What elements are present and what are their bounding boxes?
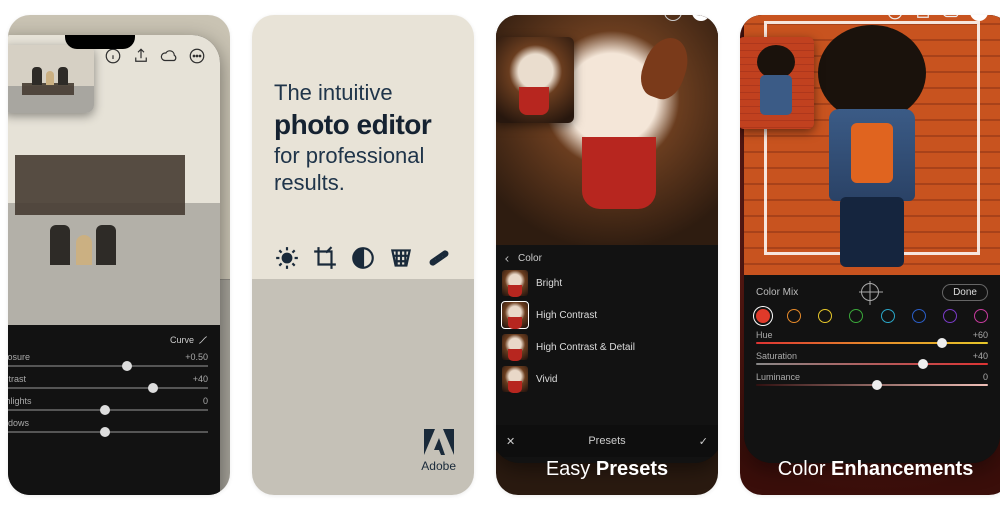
preset-thumb (502, 270, 528, 296)
optics-icon (350, 245, 376, 271)
more-icon[interactable]: ⋯ (692, 15, 710, 21)
light-icon (274, 245, 300, 271)
cloud-icon[interactable] (160, 47, 178, 65)
notch (65, 35, 135, 49)
info-icon[interactable] (886, 15, 904, 21)
slider-shadows[interactable]: Shadows (8, 418, 208, 428)
cloud-icon[interactable] (942, 15, 960, 21)
preset-vivid[interactable]: Vivid (502, 366, 712, 392)
adobe-label: Adobe (421, 459, 456, 473)
swatch-5[interactable] (912, 309, 926, 323)
preset-footer: ✕ Presets ✓ (496, 425, 718, 457)
preset-category-header[interactable]: Color (502, 253, 712, 264)
preset-high-contrast[interactable]: High Contrast (502, 302, 712, 328)
feature-icon-row (274, 245, 452, 271)
slider-highlights[interactable]: Highlights0 (8, 396, 208, 406)
slider-contrast[interactable]: Contrast+40 (8, 374, 208, 384)
headline-line2: photo editor (274, 107, 454, 142)
done-button[interactable]: Done (942, 284, 988, 301)
screenshot-1-light-editor: Curve Exposure+0.50 Contrast+40 Highligh… (8, 15, 230, 495)
swatch-3[interactable] (849, 309, 863, 323)
preset-bright[interactable]: Bright (502, 270, 712, 296)
target-adjust-icon[interactable] (861, 283, 879, 301)
swatch-2[interactable] (818, 309, 832, 323)
color-swatch-row (756, 309, 988, 323)
preset-thumb (502, 334, 528, 360)
swatch-7[interactable] (974, 309, 988, 323)
preset-high-contrast-detail[interactable]: High Contrast & Detail (502, 334, 712, 360)
curve-toggle[interactable]: Curve (8, 335, 208, 345)
preset-category-label: Color (518, 253, 542, 264)
color-mix-panel: Color Mix Done Hue+60 Saturation+40 Lumi… (744, 275, 1000, 463)
swatch-6[interactable] (943, 309, 957, 323)
crop-icon (312, 245, 338, 271)
slider-saturation[interactable]: Saturation+40 (756, 351, 988, 361)
slider-exposure[interactable]: Exposure+0.50 (8, 352, 208, 362)
preset-panel: Color Bright High Contrast High Contrast… (496, 245, 718, 463)
close-icon[interactable]: ✕ (506, 435, 515, 448)
more-icon[interactable]: ⋯ (970, 15, 988, 21)
headline-line1: The intuitive (274, 79, 454, 107)
headline-line3b: results. (274, 169, 454, 197)
curve-label: Curve (170, 335, 194, 345)
adobe-brand: Adobe (421, 429, 456, 473)
light-edit-panel: Curve Exposure+0.50 Contrast+40 Highligh… (8, 325, 220, 495)
screenshot-2-presets: ? ⋯ Color Bright High Contrast High Cont… (496, 15, 718, 495)
swatch-4[interactable] (881, 309, 895, 323)
marketing-copy-panel: The intuitive photo editor for professio… (252, 15, 474, 495)
caption-presets: Easy Presets (496, 458, 718, 481)
more-icon[interactable] (188, 47, 206, 65)
caption-color: Color Enhancements (740, 458, 1000, 481)
preset-footer-label: Presets (588, 435, 625, 447)
screenshot-3-color-mix: ⋯ Color Mix Done Hue+60 Saturation+40 Lu… (740, 15, 1000, 495)
healing-icon (426, 245, 452, 271)
slider-luminance[interactable]: Luminance0 (756, 372, 988, 382)
info-icon[interactable] (104, 47, 122, 65)
preset-thumb (502, 302, 528, 328)
headline-line3a: for professional (274, 142, 454, 170)
editor-topbar: ? ⋯ (664, 15, 710, 21)
adobe-logo-icon (424, 429, 454, 455)
share-icon[interactable] (132, 47, 150, 65)
swatch-1[interactable] (787, 309, 801, 323)
preset-thumb (502, 366, 528, 392)
confirm-icon[interactable]: ✓ (699, 435, 708, 448)
before-thumbnail[interactable] (8, 45, 94, 113)
swatch-0[interactable] (756, 309, 770, 323)
share-icon[interactable] (914, 15, 932, 21)
headline: The intuitive photo editor for professio… (274, 79, 454, 197)
before-thumbnail[interactable] (496, 37, 574, 123)
editor-topbar: ⋯ (886, 15, 988, 21)
before-thumbnail[interactable] (740, 37, 814, 129)
color-mix-label: Color Mix (756, 287, 798, 298)
help-icon[interactable]: ? (664, 15, 682, 21)
slider-hue[interactable]: Hue+60 (756, 330, 988, 340)
geometry-icon (388, 245, 414, 271)
